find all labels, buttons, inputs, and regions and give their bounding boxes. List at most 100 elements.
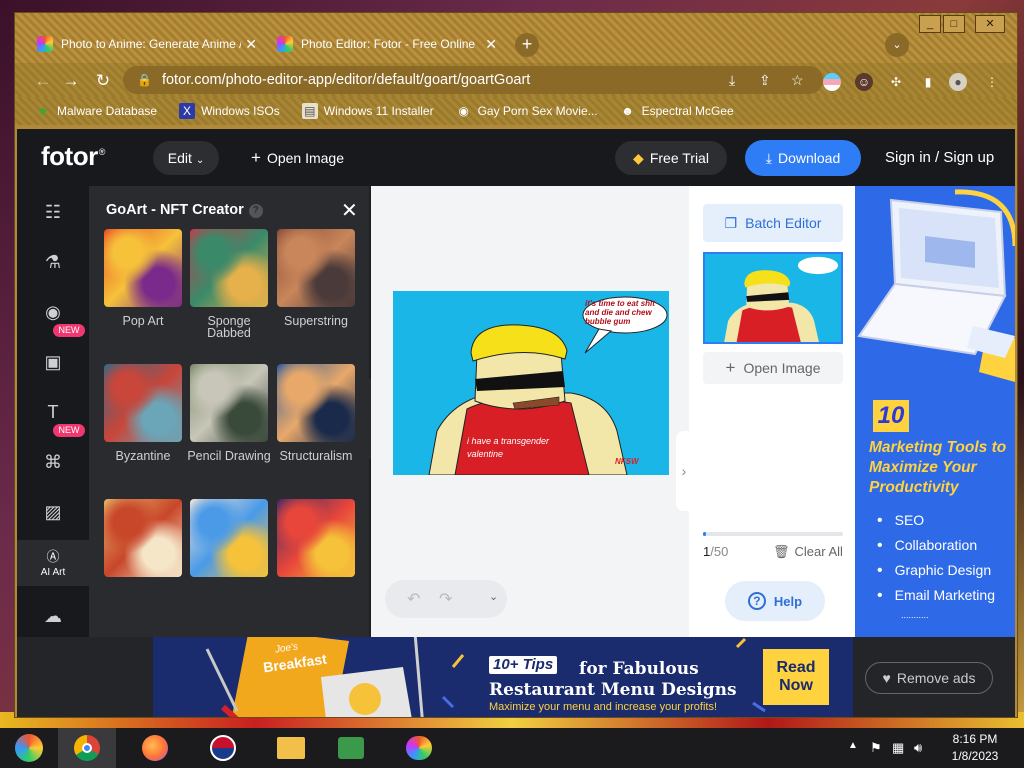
shirt-text: i have a transgender valentine (467, 436, 550, 459)
menu-kebab-icon[interactable]: ⋮ (983, 73, 1001, 91)
style-thumbnail[interactable] (277, 229, 355, 307)
fotor-favicon-icon (37, 36, 53, 52)
redo-icon[interactable]: ↷ (439, 589, 452, 609)
edit-menu-button[interactable]: Edit ⌄ (153, 141, 219, 175)
volume-icon[interactable]: 🔊︎ (914, 740, 922, 756)
help-label: Help (773, 593, 803, 609)
add-image-label: Open Image (743, 360, 821, 376)
side-panel-icon[interactable]: ▮ (919, 73, 937, 91)
bookmark-windows-11-installer[interactable]: ▤ Windows 11 Installer (301, 103, 434, 119)
style-thumbnail[interactable] (277, 364, 355, 442)
add-image-button[interactable]: + Open Image (703, 352, 843, 384)
tab-close-icon[interactable]: ✕ (485, 36, 497, 53)
canvas-image[interactable]: it's time to eat shit and die and chew b… (393, 291, 669, 475)
style-thumbnail[interactable] (104, 229, 182, 307)
style-thumbnail[interactable] (190, 229, 268, 307)
style-thumbnail[interactable] (104, 364, 182, 442)
ad-subline: Maximize your menu and increase your pro… (489, 701, 718, 713)
free-trial-button[interactable]: ◆ Free Trial (615, 141, 727, 175)
clear-all-button[interactable]: 🗑 Clear All (773, 544, 843, 560)
batch-editor-button[interactable]: ❐ Batch Editor (703, 204, 843, 242)
help-button[interactable]: ? Help (725, 581, 825, 621)
ai-art-tab[interactable]: Ⓐ AI Art (17, 540, 89, 586)
sign-in-link[interactable]: Sign in / Sign up (885, 149, 994, 166)
network-tray-icon[interactable]: ▦ (892, 740, 904, 756)
folder-icon: ▤ (301, 103, 318, 119)
laptop-illustration (857, 189, 1015, 382)
upload-cloud-icon[interactable]: ☁ (17, 596, 89, 636)
ad-feature-item: SEO (877, 512, 995, 529)
style-thumbnail[interactable] (104, 499, 182, 577)
fotor-favicon-icon (277, 36, 293, 52)
download-button[interactable]: ⤓ Download (745, 140, 861, 176)
undo-icon[interactable]: ↶ (407, 589, 420, 609)
help-icon[interactable]: ? (248, 204, 263, 218)
open-image-button[interactable]: + Open Image (251, 148, 344, 168)
history-dropdown-icon[interactable]: ⌄ (489, 590, 498, 603)
reload-icon[interactable]: ↻ (93, 71, 113, 91)
batch-editor-label: Batch Editor (745, 215, 822, 231)
tab-photo-editor[interactable]: Photo Editor: Fotor - Free Online ✕ (269, 29, 505, 59)
diamond-icon: ◆ (633, 149, 644, 166)
start-orb (15, 734, 43, 762)
extensions-puzzle-icon[interactable]: ✣ (887, 73, 905, 91)
system-clock[interactable]: 8:16 PM 1/8/2023 (930, 731, 1020, 765)
thumbnail-illustration (707, 254, 839, 342)
ad-number: 10 (873, 400, 909, 432)
x-logo-icon: X (179, 103, 196, 119)
bookmark-site[interactable]: ◉ Gay Porn Sex Movie... (456, 103, 597, 119)
show-hidden-icons[interactable]: ▲ (848, 740, 858, 751)
tab-photo-to-anime[interactable]: Photo to Anime: Generate Anime / ✕ (29, 29, 265, 59)
flag-icon[interactable]: ⚑ (870, 740, 882, 756)
frame-icon[interactable]: ▣ (17, 342, 89, 382)
read-now-button[interactable]: Read Now (763, 649, 829, 705)
profile-icon[interactable]: ● (949, 73, 967, 91)
install-icon[interactable]: ⤓ (729, 72, 735, 89)
tab-search-icon[interactable]: ⌄ (885, 33, 909, 57)
style-thumbnail[interactable] (190, 364, 268, 442)
close-panel-icon[interactable]: ✕ (341, 198, 358, 223)
start-icon[interactable] (0, 728, 58, 768)
share-icon[interactable]: ⇪ (759, 72, 771, 89)
new-tab-icon[interactable]: + (515, 33, 539, 57)
adjust-sliders-icon[interactable]: ☷ (17, 192, 89, 232)
elements-icon[interactable]: ⌘ (17, 442, 89, 482)
tab-close-icon[interactable]: ✕ (245, 36, 257, 53)
ad-feature-item: Collaboration (877, 537, 995, 554)
bookmark-espectral-mcgee[interactable]: ☻ Espectral McGee (620, 103, 733, 119)
firefox-icon[interactable] (126, 728, 184, 768)
bookmark-windows-isos[interactable]: X Windows ISOs (179, 103, 280, 119)
extension-avatar-icon[interactable]: ☺ (855, 73, 873, 91)
back-icon[interactable]: ← (33, 71, 53, 91)
bookmark-malware-database[interactable]: ★ Malware Database (35, 103, 157, 119)
minimize-icon[interactable]: _ (919, 15, 941, 33)
paint-logo (406, 736, 432, 760)
free-trial-label: Free Trial (649, 150, 709, 166)
network-icon[interactable] (322, 728, 380, 768)
bookmark-label: Windows 11 Installer (323, 104, 434, 118)
maximize-icon[interactable]: □ (943, 15, 965, 33)
style-thumbnail[interactable] (277, 499, 355, 577)
bookmark-label: Windows ISOs (201, 104, 280, 118)
bottom-ad-banner[interactable]: Joe's Breakfast 10+ Tips for Fabulous Re… (153, 637, 853, 717)
queue-count: 1/50 (703, 544, 728, 559)
extension-flag-icon[interactable] (823, 73, 841, 91)
panel-title: GoArt - NFT Creator? (106, 202, 263, 218)
image-queue-thumbnail[interactable] (703, 252, 843, 344)
queue-count-total: /50 (710, 544, 729, 559)
bookmark-star-icon[interactable]: ☆ (791, 72, 804, 89)
forward-icon[interactable]: → (61, 71, 81, 91)
close-window-icon[interactable]: ✕ (975, 15, 1005, 33)
brand-icon[interactable] (194, 728, 252, 768)
address-bar[interactable]: 🔒 fotor.com/photo-editor-app/editor/defa… (123, 66, 823, 94)
image-icon[interactable]: ▨ (17, 492, 89, 532)
style-thumbnail[interactable] (190, 499, 268, 577)
ai-art-icon: Ⓐ (46, 549, 60, 564)
paint-icon[interactable] (390, 728, 448, 768)
remove-ads-button[interactable]: ♥ Remove ads (865, 662, 993, 694)
chrome-icon[interactable] (58, 728, 116, 768)
beaker-icon[interactable]: ⚗ (17, 242, 89, 282)
fotor-logo[interactable]: fotor® (41, 141, 105, 172)
file-explorer-icon[interactable] (262, 728, 320, 768)
site-icon: ◉ (458, 104, 469, 118)
